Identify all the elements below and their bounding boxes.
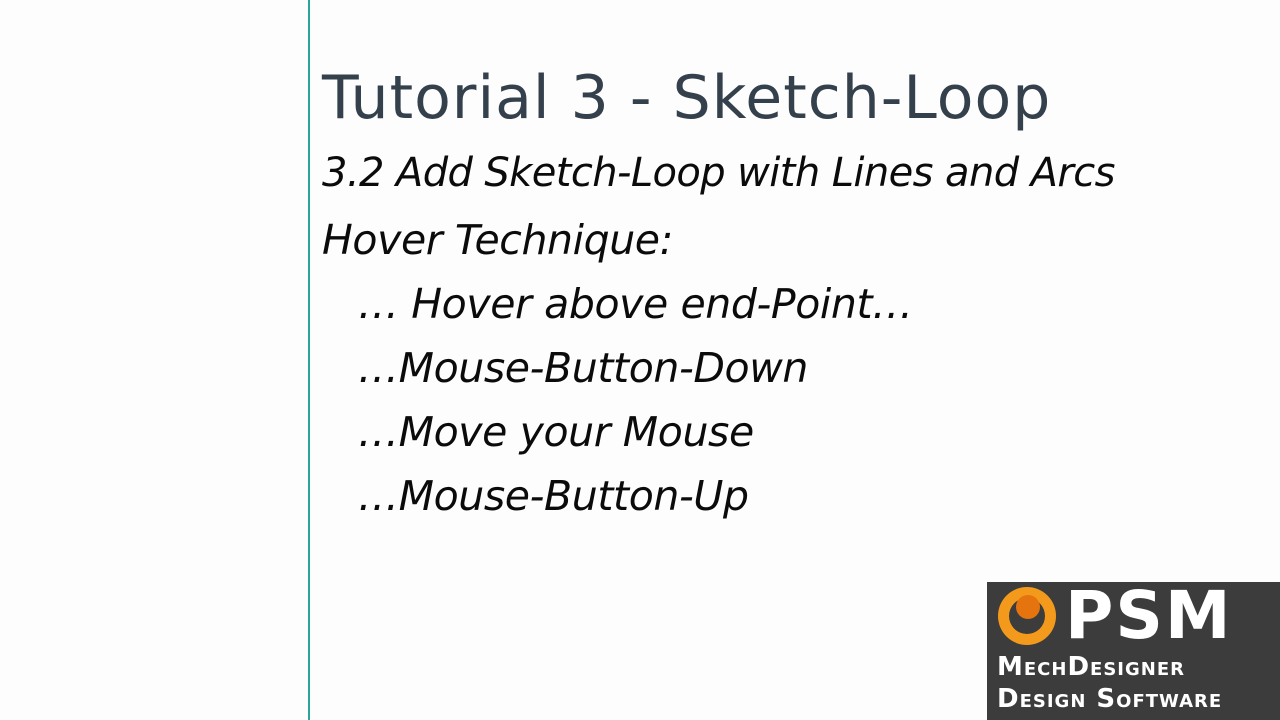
tutorial-slide: Tutorial 3 - Sketch-Loop 3.2 Add Sketch-…: [0, 0, 1280, 720]
technique-heading: Hover Technique:: [322, 216, 674, 264]
step-move-mouse: …Move your Mouse: [358, 408, 754, 456]
step-mouse-down: …Mouse-Button-Down: [358, 344, 808, 392]
logo-brand: PSM: [1065, 577, 1233, 654]
psm-logo: PSM MechDesigner Design Software: [987, 582, 1280, 720]
slide-subtitle: 3.2 Add Sketch-Loop with Lines and Arcs: [322, 150, 1115, 196]
logo-mark: PSM: [987, 582, 1280, 650]
step-hover: … Hover above end-Point…: [358, 280, 913, 328]
logo-circle-icon: [998, 587, 1056, 645]
slide-title: Tutorial 3 - Sketch-Loop: [322, 63, 1052, 133]
logo-tagline: Design Software: [997, 684, 1223, 714]
vertical-divider: [308, 0, 310, 720]
step-mouse-up: …Mouse-Button-Up: [358, 472, 749, 520]
logo-product-name: MechDesigner: [997, 652, 1185, 682]
instruction-list: Hover Technique: … Hover above end-Point…: [322, 208, 913, 528]
